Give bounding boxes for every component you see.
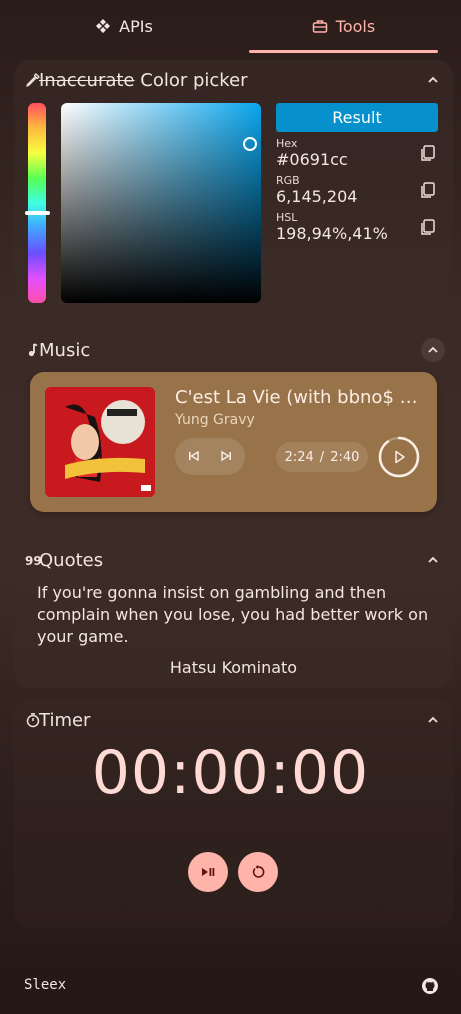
- chevron-up-icon: [428, 556, 438, 563]
- previous-track-icon[interactable]: [185, 447, 203, 465]
- rgb-value: 6,145,204: [276, 187, 358, 206]
- tab-tools-label: Tools: [335, 16, 376, 36]
- song-title: C'est La Vie (with bbno$ & Rich Brian): [175, 387, 425, 408]
- active-tab-indicator: [249, 50, 438, 53]
- next-track-icon[interactable]: [217, 447, 235, 465]
- chevron-up-icon: [428, 716, 438, 723]
- track-time-separator: /: [319, 449, 325, 465]
- play-button[interactable]: [378, 436, 420, 478]
- collapse-music-button[interactable]: [421, 338, 445, 362]
- track-time: 2:24 / 2:40: [276, 442, 368, 472]
- github-icon[interactable]: [421, 977, 439, 995]
- rgb-label: RGB: [276, 174, 300, 187]
- collapse-color-picker-button[interactable]: [421, 68, 445, 92]
- hue-slider[interactable]: [28, 103, 46, 303]
- song-artist: Yung Gravy: [175, 412, 255, 428]
- brand-label: Sleex: [24, 977, 67, 993]
- hsl-label: HSL: [276, 211, 298, 224]
- copy-hsl-icon[interactable]: [419, 218, 437, 236]
- collapse-timer-button[interactable]: [421, 708, 445, 732]
- timer-card: [14, 698, 453, 928]
- quote-text: If you're gonna insist on gambling and t…: [37, 583, 429, 646]
- quotes-title: Quotes: [39, 550, 104, 571]
- copy-hex-icon[interactable]: [419, 144, 437, 162]
- reset-icon: [252, 865, 265, 878]
- reset-timer-button[interactable]: [238, 852, 278, 892]
- tab-apis[interactable]: APIs: [24, 0, 224, 52]
- toolbox-icon: [312, 20, 328, 33]
- album-cover-art: [45, 387, 155, 497]
- copy-rgb-icon[interactable]: [419, 181, 437, 199]
- color-selector-handle[interactable]: [243, 137, 257, 151]
- chevron-up-icon: [428, 76, 438, 83]
- tab-tools[interactable]: Tools: [249, 0, 438, 52]
- chevron-up-icon: [428, 346, 438, 353]
- music-title: Music: [39, 340, 91, 361]
- color-picker-title: Inaccurate Color picker: [39, 70, 248, 91]
- quote-author: Hatsu Kominato: [169, 658, 298, 677]
- tab-bar: APIs Tools: [0, 0, 461, 54]
- api-icon: [96, 19, 111, 33]
- title-struck-word: Inaccurate: [39, 70, 135, 91]
- collapse-quotes-button[interactable]: [421, 548, 445, 572]
- hsl-value: 198,94%,41%: [276, 224, 388, 243]
- timer-title: Timer: [39, 710, 91, 731]
- hex-value: #0691cc: [276, 150, 348, 169]
- saturation-value-area[interactable]: [61, 103, 261, 303]
- track-position: 2:24: [284, 449, 314, 465]
- hue-slider-handle[interactable]: [25, 211, 50, 215]
- tab-apis-label: APIs: [119, 16, 153, 36]
- album-cover: [45, 387, 155, 497]
- timer-display: 00:00:00: [91, 738, 370, 808]
- track-duration: 2:40: [330, 449, 360, 465]
- title-text: Color picker: [140, 70, 248, 91]
- play-icon: [395, 450, 405, 464]
- play-pause-timer-button[interactable]: [188, 852, 228, 892]
- result-button[interactable]: Result: [276, 103, 438, 132]
- hex-label: Hex: [276, 137, 298, 150]
- play-pause-icon: [202, 868, 215, 876]
